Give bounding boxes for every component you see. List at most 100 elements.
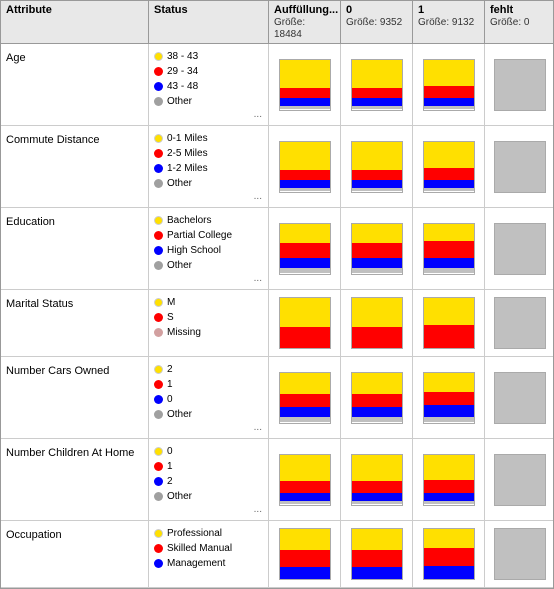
status-item: 0-1 Miles <box>154 131 208 146</box>
status-item: Other <box>154 94 192 109</box>
status-label: 38 - 43 <box>167 49 198 64</box>
status-label: Partial College <box>167 228 232 243</box>
bar-chart-cell-2 <box>413 521 485 587</box>
cell-attribute: Occupation <box>1 521 149 587</box>
status-item: 38 - 43 <box>154 49 198 64</box>
bar-segment <box>424 548 474 565</box>
cell-status: ProfessionalSkilled ManualManagement <box>149 521 269 587</box>
bar-chart <box>279 372 331 424</box>
bar-segment <box>352 407 402 417</box>
bar-chart-cell-1 <box>341 208 413 289</box>
bar-segment <box>424 224 474 241</box>
bar-chart-cell-0 <box>269 290 341 356</box>
cell-attribute: Number Cars Owned <box>1 357 149 438</box>
bar-segment <box>280 180 330 188</box>
status-item: Professional <box>154 526 222 541</box>
status-item: Bachelors <box>154 213 211 228</box>
bar-segment <box>352 60 402 89</box>
ellipsis: ... <box>254 189 262 204</box>
gray-dot <box>154 97 163 106</box>
bar-segment <box>352 529 402 550</box>
bar-segment <box>352 224 402 243</box>
bar-segment <box>424 98 474 106</box>
bar-chart-cell-2 <box>413 126 485 207</box>
cell-status: 210Other... <box>149 357 269 438</box>
bar-chart <box>279 59 331 111</box>
table-row: Age38 - 4329 - 3443 - 48Other... <box>1 44 553 126</box>
bar-segment <box>280 501 330 505</box>
bar-segment <box>424 86 474 98</box>
yellow-dot <box>154 529 163 538</box>
header-col1-sub: Größe: 9132 <box>418 17 474 28</box>
status-label: Management <box>167 556 225 571</box>
bar-segment <box>280 98 330 106</box>
bar-segment <box>424 529 474 548</box>
bar-segment <box>424 480 474 493</box>
red-dot <box>154 231 163 240</box>
gray-dot <box>154 492 163 501</box>
bar-segment <box>280 142 330 171</box>
bar-chart <box>351 297 403 349</box>
bar-chart-cell-1 <box>341 357 413 438</box>
bar-segment <box>280 88 330 98</box>
bar-segment <box>424 493 474 501</box>
bar-chart-cell-1 <box>341 521 413 587</box>
bar-chart-cell-missing <box>485 521 554 587</box>
status-item: Other <box>154 407 192 422</box>
gray-block <box>494 223 546 275</box>
bar-segment <box>280 243 330 258</box>
bar-segment <box>352 258 402 268</box>
bar-chart <box>423 297 475 349</box>
yellow-dot <box>154 216 163 225</box>
bar-chart <box>351 223 403 275</box>
bar-chart-cell-missing <box>485 439 554 520</box>
red-dot <box>154 313 163 322</box>
table-row: Number Cars Owned210Other... <box>1 357 553 439</box>
bar-segment <box>280 188 330 192</box>
bar-chart-cell-1 <box>341 44 413 125</box>
status-label: 43 - 48 <box>167 79 198 94</box>
bar-segment <box>424 298 474 325</box>
cell-status: 38 - 4329 - 3443 - 48Other... <box>149 44 269 125</box>
header-status-label: Status <box>154 4 188 16</box>
bar-chart <box>351 528 403 580</box>
status-label: 1 <box>167 459 173 474</box>
gray-block <box>494 141 546 193</box>
table-row: Marital StatusMSMissing <box>1 290 553 357</box>
bar-chart <box>423 528 475 580</box>
bar-chart-cell-0 <box>269 126 341 207</box>
bar-chart <box>351 372 403 424</box>
status-item: Other <box>154 176 192 191</box>
bar-segment <box>424 268 474 274</box>
gray-dot <box>154 179 163 188</box>
ellipsis: ... <box>254 271 262 286</box>
bar-segment <box>424 188 474 192</box>
header-attribute: Attribute <box>1 1 149 43</box>
bar-segment <box>424 241 474 258</box>
table-row: OccupationProfessionalSkilled ManualMana… <box>1 521 553 588</box>
red-dot <box>154 149 163 158</box>
cell-attribute: Age <box>1 44 149 125</box>
main-table: Attribute Status Auffüllung... Größe: 18… <box>0 0 554 589</box>
bar-segment <box>424 417 474 423</box>
table-row: Number Children At Home012Other... <box>1 439 553 521</box>
header-col1-label: 1 <box>418 4 424 16</box>
status-label: Other <box>167 258 192 273</box>
bar-segment <box>280 567 330 579</box>
status-label: Missing <box>167 325 201 340</box>
pink-dot <box>154 328 163 337</box>
bar-segment <box>352 481 402 493</box>
status-item: 2 <box>154 362 173 377</box>
bar-chart <box>423 59 475 111</box>
bar-segment <box>424 180 474 188</box>
cell-status: 0-1 Miles2-5 Miles1-2 MilesOther... <box>149 126 269 207</box>
yellow-dot <box>154 365 163 374</box>
gray-dot <box>154 261 163 270</box>
bar-segment <box>280 170 330 180</box>
bar-segment <box>352 268 402 274</box>
status-item: Management <box>154 556 225 571</box>
bar-segment <box>280 60 330 89</box>
status-label: Other <box>167 176 192 191</box>
ellipsis: ... <box>254 420 262 435</box>
status-item: Other <box>154 489 192 504</box>
